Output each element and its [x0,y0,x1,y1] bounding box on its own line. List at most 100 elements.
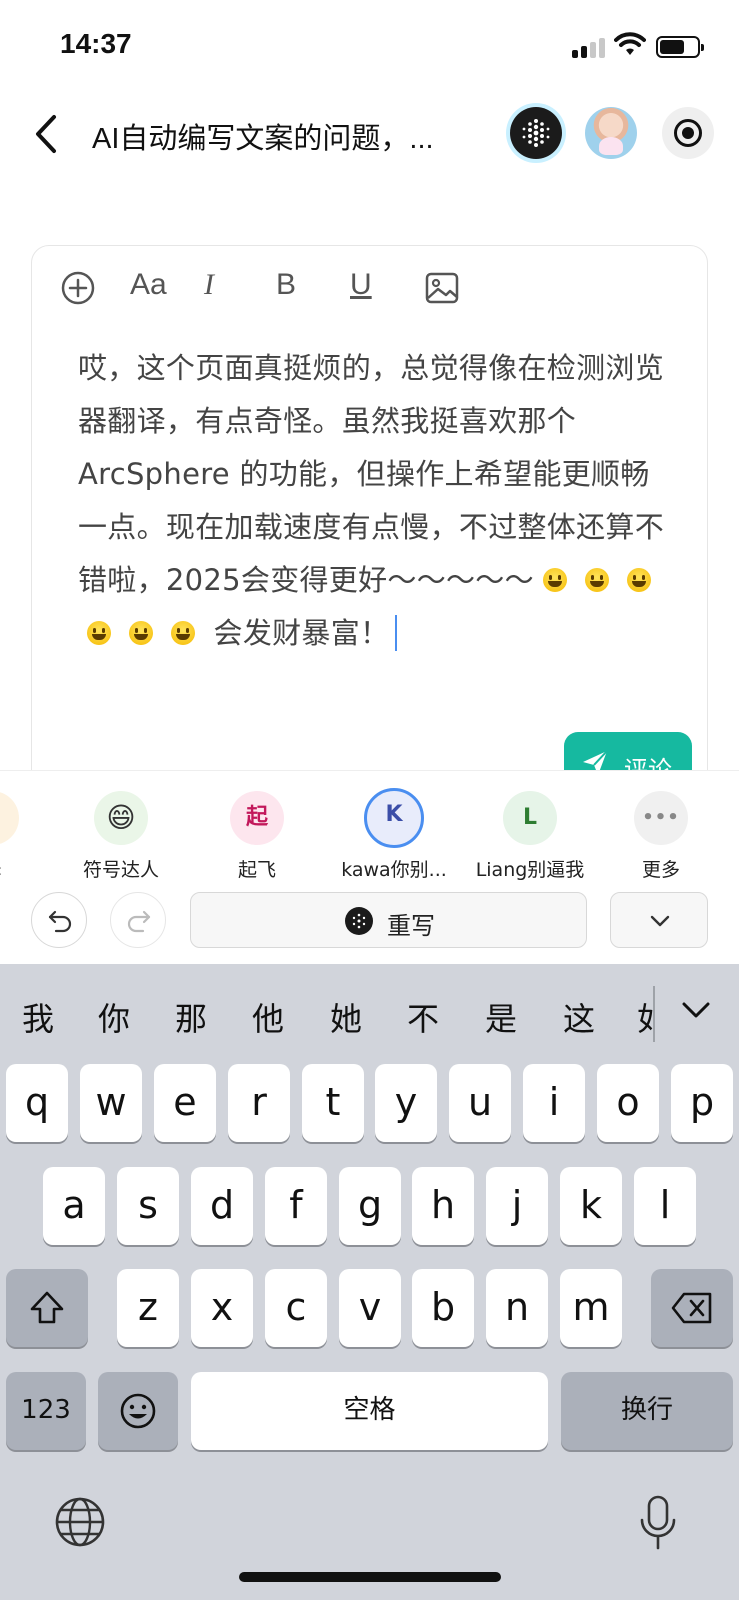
rewrite-button[interactable]: 重写 [190,892,587,948]
plus-circle-icon[interactable] [56,266,100,310]
more-icon: ••• [634,791,688,845]
comment-text[interactable]: 哎，这个页面真挺烦的，总觉得像在检测浏览器翻译，有点奇怪。虽然我挺喜欢那个Arc… [78,342,668,660]
key-t[interactable]: t [302,1064,364,1142]
agent-name: Liang别逼我 [475,859,585,881]
key-o[interactable]: o [597,1064,659,1142]
key-n[interactable]: n [486,1269,548,1347]
home-indicator[interactable] [239,1572,501,1582]
agent-name: 更多 [641,859,680,881]
agent-kawa[interactable]: K kawa你别... [329,788,459,881]
arcsphere-logo-icon [345,907,373,935]
key-y[interactable]: y [375,1064,437,1142]
agent-takeoff[interactable]: 起 起飞 [192,791,322,881]
key-q[interactable]: q [6,1064,68,1142]
wifi-icon [614,30,646,58]
comment-text-part2: 会发财暴富！ [213,616,390,650]
agent-name: 符号达人 [82,859,159,881]
italic-button[interactable]: I [204,268,214,302]
return-key[interactable]: 换行 [561,1372,733,1450]
key-v[interactable]: v [339,1269,401,1347]
image-icon[interactable] [420,266,464,310]
status-bar: 14:37 [0,0,739,90]
font-size-button[interactable]: Aa [130,268,167,302]
arcsphere-logo-icon[interactable] [510,107,562,159]
key-d[interactable]: d [191,1167,253,1245]
grinning-face-emoji [542,568,567,592]
comment-text-part1: 哎，这个页面真挺烦的，总觉得像在检测浏览器翻译，有点奇怪。虽然我挺喜欢那个Arc… [78,351,665,597]
key-x[interactable]: x [191,1269,253,1347]
comment-editor: Aa I B U 哎，这个页面真挺烦的，总觉得像在检测浏览器翻译，有点奇怪。虽然… [31,245,708,805]
key-u[interactable]: u [449,1064,511,1142]
format-toolbar: Aa I B U [56,266,476,310]
key-l[interactable]: l [634,1167,696,1245]
candidate-bar: 我 你 那 他 她 不 是 这 如 [0,964,739,1064]
shift-icon[interactable] [6,1269,88,1347]
candidate-word[interactable]: 你 [98,994,130,1040]
microphone-icon[interactable] [636,1494,680,1552]
chevron-left-icon[interactable] [28,111,64,157]
record-icon[interactable] [662,107,714,159]
key-p[interactable]: p [671,1064,733,1142]
key-h[interactable]: h [412,1167,474,1245]
agent-translate[interactable]: 译 [0,791,57,881]
key-z[interactable]: z [117,1269,179,1347]
agent-name: kawa你别... [341,859,447,881]
agent-more[interactable]: ••• 更多 [596,791,726,881]
nav-bar: AI自动编写文案的问题，... [0,95,739,175]
undo-icon[interactable] [31,892,87,948]
key-a[interactable]: a [43,1167,105,1245]
key-w[interactable]: w [80,1064,142,1142]
grinning-face-emoji [87,621,111,645]
status-time: 14:37 [60,28,132,59]
candidate-word[interactable]: 这 [563,994,595,1040]
candidate-word[interactable]: 不 [407,994,439,1040]
chevron-down-icon[interactable] [676,990,716,1030]
agent-avatar: 起 [230,791,284,845]
redo-icon[interactable] [110,892,166,948]
agent-liang[interactable]: L Liang别逼我 [465,791,595,881]
key-b[interactable]: b [412,1269,474,1347]
candidate-word[interactable]: 那 [175,994,207,1040]
text-cursor [395,615,398,651]
key-i[interactable]: i [523,1064,585,1142]
candidate-word[interactable]: 她 [330,994,362,1040]
key-g[interactable]: g [339,1167,401,1245]
key-j[interactable]: j [486,1167,548,1245]
agent-list: 译 😄 符号达人 起 起飞 K kawa你别... L Liang别逼我 •••… [0,788,739,881]
cellular-signal-icon [572,36,608,58]
key-m[interactable]: m [560,1269,622,1347]
grinning-face-emoji [129,621,153,645]
agent-avatar [0,791,19,845]
candidate-word[interactable]: 如 [637,994,653,1040]
numbers-key[interactable]: 123 [6,1372,86,1450]
key-r[interactable]: r [228,1064,290,1142]
key-f[interactable]: f [265,1167,327,1245]
globe-icon[interactable] [52,1494,108,1550]
space-key[interactable]: 空格 [191,1372,548,1450]
chevron-down-icon[interactable] [610,892,708,948]
grinning-face-emoji [626,568,651,592]
candidate-divider [653,986,655,1042]
agent-name: 起飞 [237,859,276,881]
key-s[interactable]: s [117,1167,179,1245]
key-c[interactable]: c [265,1269,327,1347]
grinning-face-emoji [171,621,195,645]
ai-action-bar: 重写 [0,889,739,949]
page-title: AI自动编写文案的问题，... [92,123,434,155]
agent-symbol-master[interactable]: 😄 符号达人 [56,791,186,881]
bold-button[interactable]: B [276,268,296,302]
candidate-word[interactable]: 我 [22,994,54,1040]
candidate-word[interactable]: 他 [252,994,284,1040]
candidate-word[interactable]: 是 [485,994,517,1040]
user-avatar[interactable] [585,107,637,159]
backspace-icon[interactable] [651,1269,733,1347]
agent-avatar: K [364,788,424,848]
keyboard: 我 你 那 他 她 不 是 这 如 q w e r t y u i o p a … [0,964,739,1600]
battery-icon [656,36,704,58]
key-e[interactable]: e [154,1064,216,1142]
underline-button[interactable]: U [350,268,372,302]
key-k[interactable]: k [560,1167,622,1245]
emoji-icon[interactable] [98,1372,178,1450]
ai-assistant-panel: 译 😄 符号达人 起 起飞 K kawa你别... L Liang别逼我 •••… [0,770,739,965]
agent-name: 译 [0,855,57,882]
